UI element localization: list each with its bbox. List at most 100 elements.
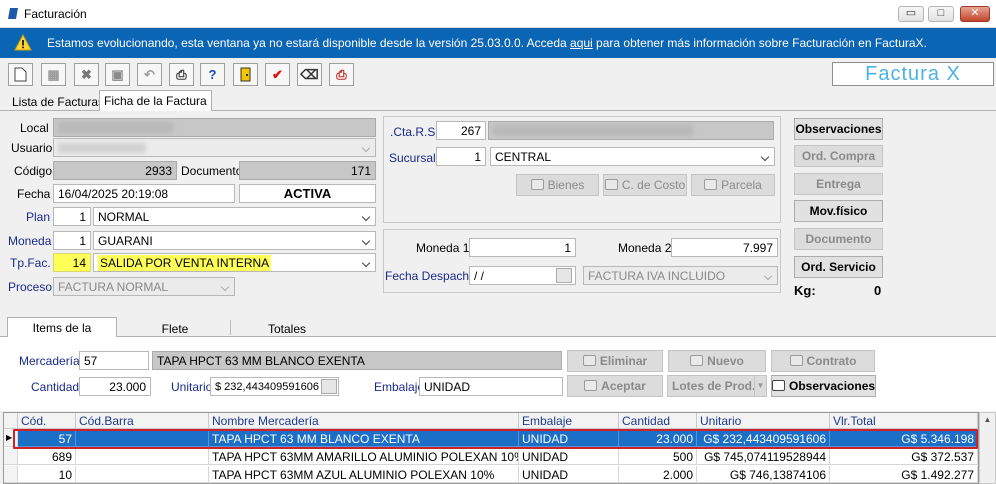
documento-field[interactable]: 171 bbox=[239, 161, 376, 180]
aceptar-button[interactable]: Aceptar bbox=[567, 375, 663, 397]
sucursal-select[interactable]: CENTRAL bbox=[490, 147, 775, 166]
plan-select[interactable]: NORMAL bbox=[93, 207, 376, 226]
codigo-field[interactable]: 2933 bbox=[53, 161, 177, 180]
bienes-icon bbox=[530, 179, 544, 190]
exit-button[interactable] bbox=[233, 63, 258, 86]
mercaderia-name-field[interactable]: TAPA HPCT 63 MM BLANCO EXENTA bbox=[152, 351, 562, 370]
entrega-button[interactable]: Entrega bbox=[794, 173, 883, 195]
mov-fisico-button[interactable]: Mov.físico bbox=[794, 200, 883, 222]
tab-ficha-factura[interactable]: Ficha de la Factura bbox=[99, 90, 212, 111]
cell-cod: 10 bbox=[18, 466, 76, 483]
grid-corner-icon bbox=[4, 413, 18, 429]
help-button[interactable]: ? bbox=[200, 63, 225, 86]
kg-value: 0 bbox=[874, 283, 882, 298]
exit-door-icon bbox=[240, 67, 251, 82]
moneda-code-field[interactable]: 1 bbox=[53, 231, 91, 250]
calculator-icon[interactable] bbox=[321, 379, 337, 394]
row-header bbox=[4, 448, 18, 465]
minimize-button[interactable]: ▭ bbox=[898, 6, 924, 22]
print-button[interactable]: ⎙ bbox=[169, 63, 194, 86]
col-embalaje[interactable]: Embalaje bbox=[519, 413, 619, 429]
eraser-button[interactable]: ⌫ bbox=[297, 63, 322, 86]
mercaderia-code-field[interactable]: 57 bbox=[79, 351, 149, 370]
lotes-button-label: Lotes de Prod. bbox=[672, 379, 756, 393]
usuario-select[interactable] bbox=[53, 138, 376, 157]
documento-button[interactable]: Documento bbox=[794, 228, 883, 250]
cell-nombre: TAPA HPCT 63MM AMARILLO ALUMINIO POLEXAN… bbox=[209, 448, 519, 465]
cantidad-label: Cantidad bbox=[31, 380, 80, 394]
observaciones-button[interactable]: Observaciones bbox=[794, 118, 883, 140]
copy-button[interactable]: ▦ bbox=[41, 63, 66, 86]
tab-lista-facturas[interactable]: Lista de Facturas bbox=[7, 91, 109, 111]
col-cantidad[interactable]: Cantidad bbox=[619, 413, 697, 429]
tpfac-label: Tp.Fac. bbox=[10, 256, 51, 270]
col-nombre[interactable]: Nombre Mercadería bbox=[209, 413, 519, 429]
lotes-button[interactable]: Lotes de Prod. bbox=[667, 375, 767, 397]
grid-scrollbar[interactable]: ▲ bbox=[979, 412, 996, 484]
moneda2-field[interactable]: 7.997 bbox=[671, 238, 778, 257]
notes-icon bbox=[772, 380, 785, 391]
maximize-button[interactable]: □ bbox=[928, 6, 954, 22]
eliminar-button[interactable]: Eliminar bbox=[567, 350, 663, 372]
nuevo-button[interactable]: Nuevo bbox=[668, 350, 766, 372]
cantidad-field[interactable]: 23.000 bbox=[79, 377, 151, 396]
new-document-button[interactable] bbox=[8, 63, 33, 86]
window-title: Facturación bbox=[24, 7, 87, 21]
ord-compra-button[interactable]: Ord. Compra bbox=[794, 145, 883, 167]
c-costo-button-label: C. de Costo bbox=[621, 178, 686, 192]
tpfac-select[interactable]: SALIDA POR VENTA INTERNA bbox=[93, 253, 376, 272]
fecha-field[interactable]: 16/04/2025 20:19:08 bbox=[53, 184, 235, 203]
ord-servicio-button[interactable]: Ord. Servicio bbox=[794, 256, 883, 278]
moneda-select[interactable]: GUARANI bbox=[93, 231, 376, 250]
bienes-button[interactable]: Bienes bbox=[516, 174, 599, 196]
window-titlebar: Facturación ▭ □ ✕ bbox=[0, 0, 996, 28]
col-cod[interactable]: Cód. bbox=[18, 413, 76, 429]
maximize-icon: □ bbox=[937, 7, 945, 19]
embalaje-field[interactable]: UNIDAD bbox=[419, 377, 563, 396]
col-unitario[interactable]: Unitario bbox=[697, 413, 830, 429]
undo-button[interactable]: ↶ bbox=[137, 63, 162, 86]
cell-unitario: G$ 746,13874106 bbox=[697, 466, 830, 483]
parcela-button[interactable]: Parcela bbox=[691, 174, 775, 196]
proceso-select[interactable]: FACTURA NORMAL bbox=[53, 277, 235, 296]
eliminar-button-label: Eliminar bbox=[599, 354, 648, 368]
col-vlr-total[interactable]: Vlr.Total bbox=[830, 413, 978, 429]
tab-separator bbox=[230, 320, 231, 335]
plan-code-field[interactable]: 1 bbox=[53, 207, 91, 226]
banner-link[interactable]: aqui bbox=[570, 36, 593, 50]
local-label: Local bbox=[20, 121, 49, 135]
calendar-icon[interactable] bbox=[556, 268, 572, 283]
confirm-button[interactable]: ✔ bbox=[265, 63, 290, 86]
items-observaciones-button[interactable]: Observaciones bbox=[771, 375, 876, 397]
lotes-dropdown-icon[interactable]: ▼ bbox=[754, 376, 766, 396]
print-red-button[interactable]: ⎙ bbox=[329, 63, 354, 86]
save-button[interactable]: ▣ bbox=[105, 63, 130, 86]
delete-button[interactable]: ✖ bbox=[74, 63, 99, 86]
cell-cod: 57 bbox=[18, 430, 76, 447]
contrato-button[interactable]: Contrato bbox=[771, 350, 875, 372]
iva-select[interactable]: FACTURA IVA INCLUIDO bbox=[583, 266, 778, 285]
plan-label: Plan bbox=[26, 210, 51, 224]
moneda1-field[interactable]: 1 bbox=[469, 238, 576, 257]
tab-totales[interactable]: Totales bbox=[232, 318, 342, 338]
bienes-button-label: Bienes bbox=[547, 178, 585, 192]
ctars-label: .Cta.R.S bbox=[390, 125, 436, 139]
local-field[interactable] bbox=[53, 118, 376, 137]
sucursal-code-field[interactable]: 1 bbox=[436, 147, 486, 166]
unitario-field[interactable]: $ 232,443409591606 bbox=[210, 377, 339, 396]
banner-text-2: para obtener más información sobre Factu… bbox=[592, 36, 927, 50]
col-cod-barra[interactable]: Cód.Barra bbox=[76, 413, 209, 429]
close-button[interactable]: ✕ bbox=[960, 6, 990, 22]
app-icon bbox=[8, 8, 18, 19]
moneda-label: Moneda bbox=[8, 234, 52, 248]
cell-cod: 689 bbox=[18, 448, 76, 465]
nuevo-icon bbox=[690, 355, 704, 366]
tpfac-code-field[interactable]: 14 bbox=[53, 253, 91, 272]
scroll-up-icon[interactable]: ▲ bbox=[980, 415, 995, 424]
tab-flete[interactable]: Flete bbox=[120, 318, 230, 338]
ctars-code-field[interactable]: 267 bbox=[436, 121, 486, 140]
deprecation-banner: Estamos evolucionando, esta ventana ya n… bbox=[0, 28, 996, 58]
tab-items-factura[interactable]: Items de la Factura bbox=[7, 317, 117, 349]
ctars-name-field[interactable] bbox=[488, 121, 774, 140]
c-costo-button[interactable]: C. de Costo bbox=[603, 174, 687, 196]
